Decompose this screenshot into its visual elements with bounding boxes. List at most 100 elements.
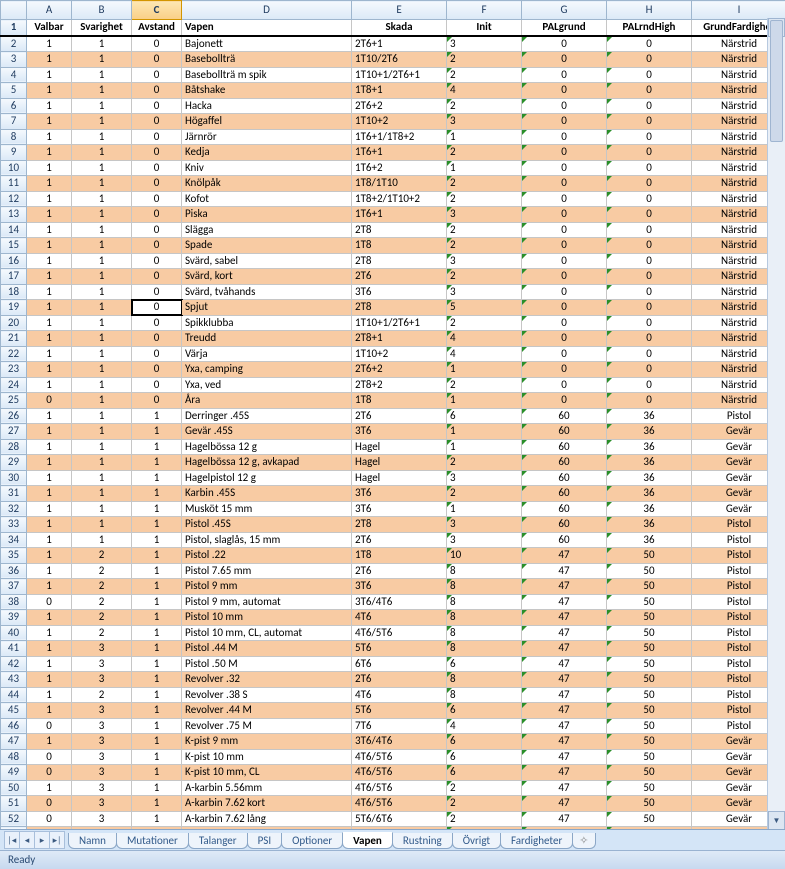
cell[interactable]: 1: [72, 532, 132, 548]
cell[interactable]: 1: [72, 67, 132, 83]
cell[interactable]: 0: [607, 331, 692, 347]
cell[interactable]: 1: [72, 98, 132, 114]
column-header-B[interactable]: B: [72, 1, 132, 20]
row-header-34[interactable]: 34: [1, 532, 27, 548]
cell[interactable]: 8: [447, 579, 522, 595]
cell[interactable]: 8: [447, 641, 522, 657]
cell[interactable]: 3T6: [352, 501, 447, 517]
cell[interactable]: 2: [447, 796, 522, 812]
cell[interactable]: 50: [607, 811, 692, 827]
column-header-C[interactable]: C: [132, 1, 182, 20]
sheet-tab-övrigt[interactable]: Övrigt: [452, 833, 501, 849]
cell[interactable]: 0: [607, 300, 692, 316]
cell[interactable]: 1T8: [352, 548, 447, 564]
cell[interactable]: Revolver .38 S: [182, 687, 352, 703]
cell[interactable]: 10: [447, 548, 522, 564]
row-header-35[interactable]: 35: [1, 548, 27, 564]
column-header-I[interactable]: I: [692, 1, 785, 20]
cell[interactable]: 1: [132, 501, 182, 517]
cell[interactable]: 4T6/5T6: [352, 749, 447, 765]
cell[interactable]: 0: [522, 36, 607, 52]
cell[interactable]: K-pist 9 mm: [182, 734, 352, 750]
cell[interactable]: 1T6+1/1T8+2: [352, 129, 447, 145]
row-header-38[interactable]: 38: [1, 594, 27, 610]
cell[interactable]: 2: [447, 780, 522, 796]
cell[interactable]: 1: [27, 331, 72, 347]
field-header[interactable]: Init: [447, 20, 522, 36]
cell[interactable]: 36: [607, 486, 692, 502]
cell[interactable]: 1: [72, 362, 132, 378]
cell[interactable]: Spikklubba: [182, 315, 352, 331]
row-header-20[interactable]: 20: [1, 315, 27, 331]
column-header-H[interactable]: H: [607, 1, 692, 20]
cell[interactable]: 2: [447, 191, 522, 207]
cell[interactable]: Pistol 10 mm: [182, 610, 352, 626]
cell[interactable]: Treudd: [182, 331, 352, 347]
cell[interactable]: 1: [27, 734, 72, 750]
cell[interactable]: Piska: [182, 207, 352, 223]
cell[interactable]: 1: [27, 703, 72, 719]
cell[interactable]: 0: [27, 718, 72, 734]
column-header-E[interactable]: E: [352, 1, 447, 20]
cell[interactable]: 1T10+2: [352, 114, 447, 130]
cell[interactable]: 0: [607, 207, 692, 223]
cell[interactable]: 3: [72, 765, 132, 781]
cell[interactable]: Svärd, kort: [182, 269, 352, 285]
cell[interactable]: 1: [27, 176, 72, 192]
cell[interactable]: 1: [27, 548, 72, 564]
sheet-tab-talanger[interactable]: Talanger: [188, 833, 248, 849]
cell[interactable]: 1: [447, 129, 522, 145]
cell[interactable]: 0: [522, 145, 607, 161]
cell[interactable]: 47: [522, 703, 607, 719]
cell[interactable]: 2T8+1: [352, 331, 447, 347]
cell[interactable]: 1: [72, 238, 132, 254]
row-header-28[interactable]: 28: [1, 439, 27, 455]
cell[interactable]: 0: [132, 98, 182, 114]
row-header-18[interactable]: 18: [1, 284, 27, 300]
cell[interactable]: 1: [27, 83, 72, 99]
cell[interactable]: 6: [447, 734, 522, 750]
cell[interactable]: 50: [607, 656, 692, 672]
cell[interactable]: 0: [522, 83, 607, 99]
row-header-49[interactable]: 49: [1, 765, 27, 781]
cell[interactable]: 0: [522, 393, 607, 409]
cell[interactable]: 3: [447, 207, 522, 223]
cell[interactable]: 60: [522, 439, 607, 455]
cell[interactable]: 1: [132, 625, 182, 641]
sheet-tab-vapen[interactable]: Vapen: [342, 832, 393, 849]
cell[interactable]: 4T6: [352, 610, 447, 626]
cell[interactable]: 1T6+2: [352, 160, 447, 176]
row-header-45[interactable]: 45: [1, 703, 27, 719]
cell[interactable]: 2T8: [352, 253, 447, 269]
cell[interactable]: 1: [27, 563, 72, 579]
cell[interactable]: 0: [132, 315, 182, 331]
row-header-27[interactable]: 27: [1, 424, 27, 440]
cell[interactable]: 1: [132, 548, 182, 564]
sheet-tab-rustning[interactable]: Rustning: [392, 833, 453, 849]
cell[interactable]: 8: [447, 687, 522, 703]
cell[interactable]: 1: [72, 191, 132, 207]
cell[interactable]: 1: [132, 734, 182, 750]
cell[interactable]: 0: [522, 331, 607, 347]
cell[interactable]: 2: [72, 563, 132, 579]
cell[interactable]: 1: [132, 796, 182, 812]
cell[interactable]: 1: [27, 687, 72, 703]
row-header-29[interactable]: 29: [1, 455, 27, 471]
cell[interactable]: Basebollträ m spik: [182, 67, 352, 83]
cell[interactable]: 2T6+2: [352, 362, 447, 378]
cell[interactable]: 1: [132, 610, 182, 626]
cell[interactable]: 1: [132, 718, 182, 734]
cell[interactable]: 0: [132, 52, 182, 68]
field-header[interactable]: Svarighet: [72, 20, 132, 36]
cell[interactable]: 1: [72, 300, 132, 316]
cell[interactable]: 47: [522, 734, 607, 750]
cell[interactable]: 1: [72, 269, 132, 285]
cell[interactable]: 8: [447, 594, 522, 610]
cell[interactable]: 1: [27, 470, 72, 486]
cell[interactable]: 1: [132, 439, 182, 455]
cell[interactable]: 8: [447, 625, 522, 641]
new-sheet-tab[interactable]: ✧: [572, 833, 595, 849]
cell[interactable]: 0: [607, 145, 692, 161]
cell[interactable]: 1: [132, 594, 182, 610]
cell[interactable]: 1T10+1/2T6+1: [352, 67, 447, 83]
